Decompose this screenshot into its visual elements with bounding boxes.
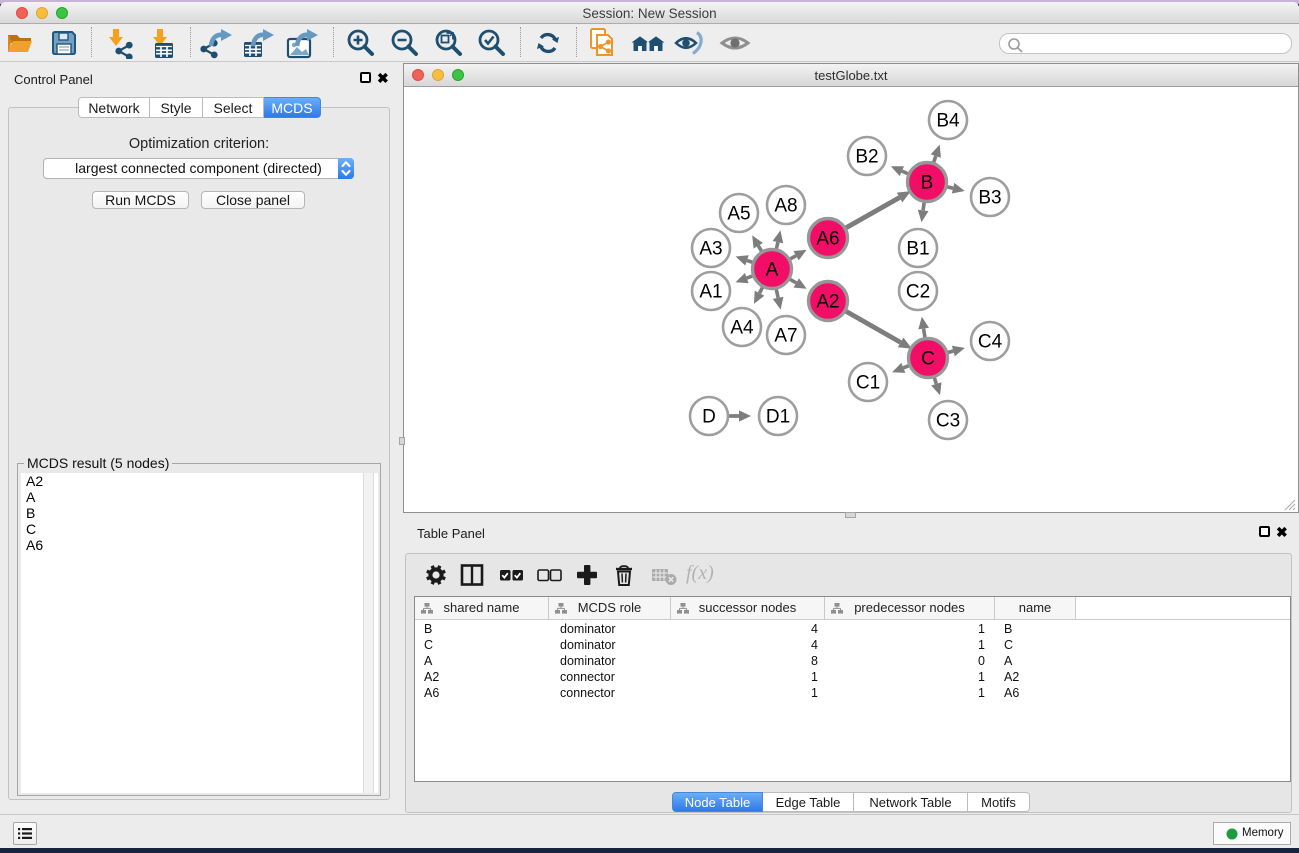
svg-text:A5: A5 xyxy=(727,204,750,225)
svg-text:C4: C4 xyxy=(978,332,1003,353)
svg-text:A6: A6 xyxy=(816,229,839,250)
svg-text:B3: B3 xyxy=(978,188,1001,209)
svg-text:A8: A8 xyxy=(774,196,797,217)
svg-text:D: D xyxy=(702,407,716,428)
svg-text:A1: A1 xyxy=(699,282,722,303)
svg-text:A3: A3 xyxy=(699,239,722,260)
svg-text:D1: D1 xyxy=(766,407,790,428)
svg-text:C: C xyxy=(921,349,935,370)
svg-text:C2: C2 xyxy=(906,282,930,303)
svg-text:C1: C1 xyxy=(856,373,880,394)
svg-text:B4: B4 xyxy=(936,111,960,132)
svg-text:C3: C3 xyxy=(936,411,960,432)
svg-text:A: A xyxy=(766,260,779,281)
svg-text:B: B xyxy=(921,173,934,194)
svg-text:B1: B1 xyxy=(906,239,929,260)
svg-text:B2: B2 xyxy=(855,147,878,168)
svg-text:A2: A2 xyxy=(816,292,839,313)
svg-text:A4: A4 xyxy=(730,318,754,339)
svg-text:A7: A7 xyxy=(774,326,797,347)
